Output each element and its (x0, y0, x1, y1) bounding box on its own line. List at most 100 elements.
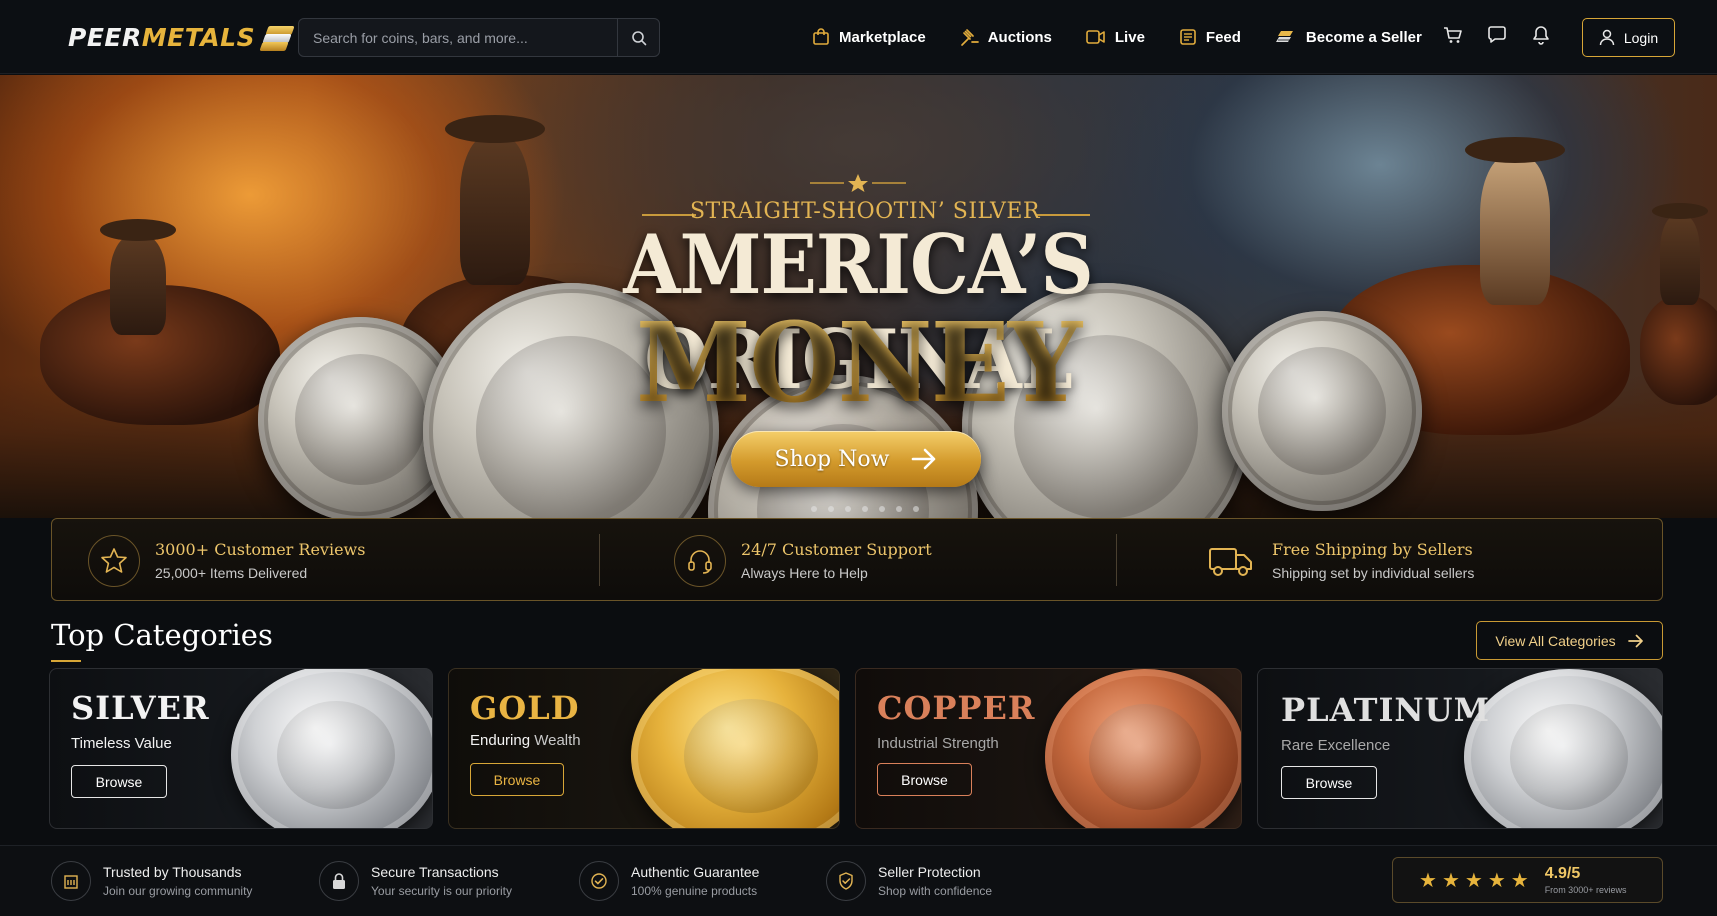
shop-now-button[interactable]: Shop Now (731, 431, 981, 487)
category-card-copper[interactable]: COPPER Industrial Strength Browse (855, 668, 1242, 829)
browse-copper-button[interactable]: Browse (877, 763, 972, 796)
search-icon (631, 30, 646, 45)
feature-icon-wrap (88, 534, 140, 587)
carousel-dot[interactable] (896, 506, 902, 512)
nav-live[interactable]: Live (1086, 29, 1145, 46)
nav-marketplace-label: Marketplace (839, 28, 926, 46)
nav-feed[interactable]: Feed (1179, 28, 1241, 46)
search-input[interactable] (299, 19, 617, 56)
star-icon (101, 547, 127, 573)
star-icon: ★ (1510, 869, 1529, 892)
category-card-gold[interactable]: GOLD Enduring Wealth Browse (448, 668, 840, 829)
category-name: COPPER (877, 689, 1036, 727)
carousel-dot[interactable] (828, 506, 834, 512)
messages-button[interactable] (1487, 24, 1507, 46)
rating-badge: ★ ★ ★ ★ ★ 4.9/5 From 3000+ reviews (1392, 857, 1663, 903)
rating-text: 4.9/5 From 3000+ reviews (1545, 865, 1627, 895)
category-name: GOLD (470, 689, 580, 727)
gavel-icon (960, 28, 979, 46)
star-icon: ★ (1487, 869, 1506, 892)
cowboy-rider-left (20, 205, 290, 465)
feature-divider (1116, 534, 1117, 586)
rating-value: 4.9/5 (1544, 865, 1581, 882)
trust-subtitle: Your security is our priority (371, 884, 512, 898)
lock-icon (333, 873, 345, 889)
category-card-platinum[interactable]: PLATINUM Rare Excellence Browse (1257, 668, 1663, 829)
trust-subtitle: 100% genuine products (631, 884, 758, 898)
platinum-coin-image (1464, 669, 1662, 828)
features-bar: 3000+ Customer Reviews 25,000+ Items Del… (51, 518, 1663, 601)
cowboy-rider-far-right (1640, 185, 1717, 405)
login-button[interactable]: Login (1582, 18, 1675, 57)
logo-text-metals: METALS (141, 22, 256, 52)
bell-icon (1533, 26, 1549, 45)
trust-icon-wrap (319, 861, 359, 901)
category-subtitle: Enduring Wealth (470, 732, 581, 749)
trust-item-community: Trusted by Thousands Join our growing co… (51, 861, 252, 901)
trust-title: Secure Transactions (371, 864, 499, 880)
star-icon: ★ (1464, 869, 1483, 892)
browse-platinum-button[interactable]: Browse (1281, 766, 1377, 799)
feature-title: 24/7 Customer Support (741, 540, 932, 559)
hero-title-accent: MONEY (458, 298, 1258, 427)
nav-become-seller[interactable]: Become a Seller (1275, 29, 1422, 46)
category-subtitle: Industrial Strength (877, 735, 999, 752)
trust-text: Seller Protection Shop with confidence (878, 864, 992, 898)
logo-text-peer: PEER (68, 22, 142, 52)
building-icon (64, 875, 78, 889)
video-camera-icon (1086, 30, 1105, 44)
shop-now-label: Shop Now (774, 446, 890, 472)
nav-auctions-label: Auctions (987, 28, 1052, 46)
feature-subtitle: Shipping set by individual sellers (1272, 565, 1475, 581)
category-name: SILVER (71, 689, 210, 727)
trust-text: Trusted by Thousands Join our growing co… (103, 864, 252, 898)
feature-icon-wrap (674, 534, 726, 587)
carousel-dot[interactable] (845, 506, 851, 512)
category-subtitle-b: Wealth (534, 732, 581, 749)
category-card-silver[interactable]: SILVER Timeless Value Browse (49, 668, 433, 829)
feature-title: Free Shipping by Sellers (1272, 540, 1473, 559)
section-title-top-categories: Top Categories (51, 618, 273, 652)
trust-icon-wrap (826, 861, 866, 901)
shield-check-icon (839, 872, 853, 890)
rating-stars: ★ ★ ★ ★ ★ (1419, 868, 1529, 893)
trust-title: Seller Protection (878, 864, 981, 880)
star-icon: ★ (1419, 869, 1437, 892)
cart-button[interactable] (1443, 24, 1463, 46)
category-subtitle: Rare Excellence (1281, 737, 1391, 754)
user-icon (1599, 29, 1615, 46)
peermetals-logo[interactable]: PEER METALS (68, 20, 295, 54)
feature-subtitle: 25,000+ Items Delivered (155, 565, 308, 581)
feature-title: 3000+ Customer Reviews (155, 540, 366, 559)
section-title-underline (51, 660, 81, 662)
hero-banner: STRAIGHT-SHOOTIN’ SILVER AMERICA’S ORIGI… (0, 75, 1717, 518)
browse-gold-button[interactable]: Browse (470, 763, 564, 796)
view-all-label: View All Categories (1495, 632, 1616, 649)
trust-title: Trusted by Thousands (103, 864, 242, 880)
notifications-button[interactable] (1531, 24, 1551, 46)
carousel-dot[interactable] (862, 506, 868, 512)
feature-shipping: Free Shipping by Sellers Shipping set by… (1205, 519, 1474, 602)
star-icon: ★ (1441, 869, 1460, 892)
search-button[interactable] (617, 19, 659, 56)
nav-marketplace[interactable]: Marketplace (812, 28, 926, 46)
category-name: PLATINUM (1281, 691, 1490, 729)
cart-icon (1444, 27, 1462, 43)
view-all-categories-button[interactable]: View All Categories (1476, 621, 1663, 660)
carousel-dot[interactable] (879, 506, 885, 512)
silver-eagle-coin-image (231, 669, 432, 828)
top-navbar: PEERMETALS Marketplace Auctions Live Fee… (0, 0, 1717, 74)
check-circle-icon (591, 873, 607, 889)
nav-become-seller-label: Become a Seller (1305, 28, 1422, 46)
gold-bars-logo-icon (259, 24, 295, 51)
gold-bars-icon (1275, 31, 1293, 42)
carousel-dot[interactable] (811, 506, 817, 512)
browse-silver-button[interactable]: Browse (71, 765, 167, 798)
nav-feed-label: Feed (1205, 28, 1241, 46)
chat-icon (1488, 26, 1506, 43)
feature-icon-wrap (1205, 535, 1257, 587)
carousel-dot[interactable] (913, 506, 919, 512)
category-subtitle-a: Enduring (470, 732, 531, 749)
nav-auctions[interactable]: Auctions (960, 28, 1052, 47)
gold-coin-image (631, 669, 839, 828)
